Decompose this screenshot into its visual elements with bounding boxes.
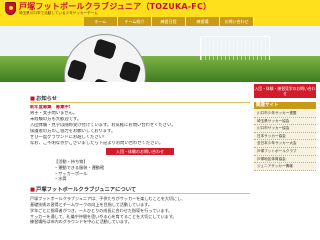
club-crest-icon[interactable] <box>5 2 16 15</box>
nav-item-home[interactable]: ホーム <box>84 17 118 26</box>
news-heading: お知らせ <box>30 95 250 103</box>
sidebar-link[interactable]: 日本サッカー協会 <box>254 132 316 141</box>
nav-item-team[interactable]: チーム紹介 <box>118 17 152 26</box>
hero-banner <box>0 18 320 82</box>
sidebar-link[interactable]: ジュニアサッカー情報 <box>254 163 316 171</box>
main-content: お知らせ 新年度募集 募集中! 男子・女子問いません。 未経験の方も大歓迎です。… <box>30 95 250 225</box>
about-section: 戸塚フットボールクラブジュニアについて 戸塚フットボールクラブジュニアは、子供た… <box>30 186 250 225</box>
sidebar-link[interactable]: 埼玉県サッカー協会 <box>254 117 316 126</box>
site-header: 戸塚フットボールクラブジュニア（TOZUKA-FC） 埼玉県川口市で活動している… <box>0 0 320 18</box>
sidebar-link[interactable]: 川口市少年サッカー連盟 <box>254 110 316 118</box>
sidebar-inquiry-button[interactable]: 入団・体験・練習見学のお問い合わせ <box>254 84 316 98</box>
site-subtitle: 埼玉県川口市で活動している少年サッカーチーム <box>19 11 98 15</box>
about-heading: 戸塚フットボールクラブジュニアについて <box>30 186 250 195</box>
nav-item-contact[interactable]: お問い合わせ <box>220 17 254 26</box>
news-line: なお、ご不明な点がございましたら下記よりお問い合わせください。 <box>30 141 164 146</box>
sidebar: 入団・体験・練習見学のお問い合わせ 関連サイト 川口市少年サッカー連盟 埼玉県サ… <box>254 84 318 171</box>
sidebar-link[interactable]: 戸塚フットボールクラブ <box>254 147 316 156</box>
sidebar-heading: 関連サイト <box>254 102 316 109</box>
main-nav: ホーム チーム紹介 練習日程 練習場 お問い合わせ <box>84 17 254 26</box>
about-line: 練習場所は市内のグラウンドを中心に活動しています。 <box>30 219 132 225</box>
nav-item-ground[interactable]: 練習場 <box>186 17 220 26</box>
goal-net <box>200 36 270 60</box>
join-inquiry-button[interactable]: 入団・体験のお問い合わせ <box>106 148 174 155</box>
hero-sky <box>0 26 320 56</box>
item-list: 【活動・持ち物】 ・運動できる服装・運動靴 ・サッカーボール ・水筒 <box>54 159 250 182</box>
list-item: ・水筒 <box>54 176 67 182</box>
sidebar-link[interactable]: 全日本少年サッカー大会 <box>254 140 316 148</box>
nav-item-schedule[interactable]: 練習日程 <box>152 17 186 26</box>
sidebar-link[interactable]: 戸塚地区体育協会 <box>254 155 316 164</box>
hero-field <box>0 56 320 82</box>
sidebar-link[interactable]: 川口市サッカー協会 <box>254 125 316 133</box>
